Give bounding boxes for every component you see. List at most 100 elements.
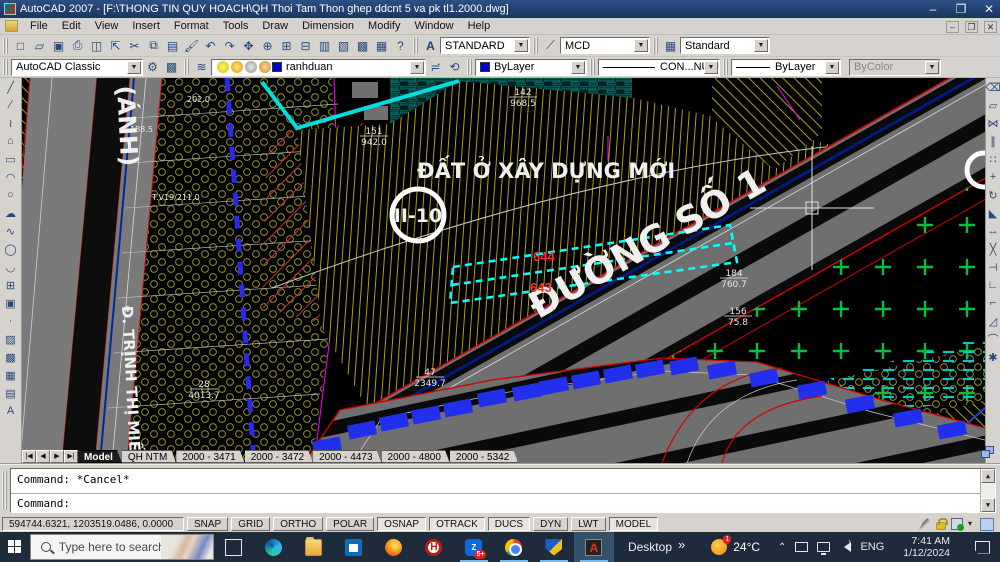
menu-insert[interactable]: Insert [125, 19, 167, 33]
mirror-icon[interactable]: ⋈ [986, 114, 1000, 132]
ellipse-icon[interactable]: ◯ [0, 240, 21, 258]
plot-preview-icon[interactable]: ◫ [87, 37, 106, 55]
menu-format[interactable]: Format [167, 19, 216, 33]
ellipse-arc-icon[interactable]: ◡ [0, 258, 21, 276]
layer-properties-icon[interactable]: ≋ [192, 58, 211, 76]
toolbar-grip[interactable] [3, 59, 8, 75]
layer-previous-icon[interactable]: ⟲ [445, 58, 464, 76]
save-icon[interactable]: ▣ [49, 37, 68, 55]
zoom-previous-icon[interactable]: ⊟ [296, 37, 315, 55]
language-indicator[interactable]: ENG [860, 541, 884, 553]
arc-icon[interactable]: ◠ [0, 168, 21, 186]
more-apps-chevron[interactable]: » [678, 537, 685, 552]
publish-icon[interactable]: ⇱ [106, 37, 125, 55]
prev-tab-icon[interactable]: ◀ [36, 450, 50, 463]
construction-line-icon[interactable]: ∕ [0, 96, 21, 114]
taskbar-h-app-icon[interactable]: H [414, 532, 454, 562]
menu-view[interactable]: View [88, 19, 126, 33]
hatch-icon[interactable]: ▨ [0, 330, 21, 348]
trim-icon[interactable]: ╳ [986, 240, 1000, 258]
copy-object-icon[interactable]: ▱ [986, 96, 1000, 114]
taskbar-zalo-icon[interactable]: Z5+ [454, 532, 494, 562]
make-block-icon[interactable]: ▣ [0, 294, 21, 312]
dim-style-combo[interactable]: MCD ▼ [560, 37, 650, 54]
multiline-text-icon[interactable]: A [0, 402, 21, 420]
weather-widget[interactable]: 1 24°C [711, 539, 760, 555]
close-icon[interactable]: ✕ [982, 2, 996, 16]
linetype-combo[interactable]: CON...NUOUS ▼ [598, 59, 720, 76]
layer-on-icon[interactable] [217, 61, 229, 73]
spline-icon[interactable]: ∿ [0, 222, 21, 240]
stretch-icon[interactable]: ↔ [986, 222, 1000, 240]
paste-icon[interactable]: ▤ [163, 37, 182, 55]
tab-2000-4473[interactable]: 2000 - 4473 [313, 450, 381, 463]
menu-draw[interactable]: Draw [255, 19, 295, 33]
search-box[interactable]: Type here to search [30, 534, 214, 560]
chevron-down-icon[interactable]: ▼ [704, 61, 718, 74]
chamfer-icon[interactable]: ◿ [986, 312, 1000, 330]
layer-plot-icon[interactable] [259, 61, 271, 73]
command-text-area[interactable]: Command: *Cancel* Command: ▲ ▼ [10, 468, 996, 513]
polygon-icon[interactable]: ⌂ [0, 132, 21, 150]
explode-icon[interactable]: ✱ [986, 348, 1000, 366]
toggle-ortho[interactable]: ORTHO [273, 517, 323, 531]
menu-tools[interactable]: Tools [216, 19, 256, 33]
tablet-mode-icon[interactable] [795, 542, 808, 552]
markup-set-manager-icon[interactable]: ▧ [334, 37, 353, 55]
revision-cloud-icon[interactable]: ☁ [0, 204, 21, 222]
doc-restore-icon[interactable]: ❐ [965, 21, 978, 33]
offset-icon[interactable]: ∥ [986, 132, 1000, 150]
polyline-icon[interactable]: ≀ [0, 114, 21, 132]
network-icon[interactable] [817, 542, 830, 552]
title-bar[interactable]: AutoCAD 2007 - [F:\THONG TIN QUY HOACH\Q… [0, 0, 1000, 18]
toolbar-grip[interactable] [467, 59, 472, 75]
table-style-combo[interactable]: Standard ▼ [680, 37, 770, 54]
toolbar-grip[interactable] [590, 59, 595, 75]
toolbar-grip[interactable] [3, 38, 8, 54]
chevron-down-icon[interactable]: ▼ [825, 61, 839, 74]
model-canvas[interactable]: ĐẤT Ở XÂY DỰNG MỚI II-10 ĐƯỜNG SỐ 1 644 … [22, 78, 985, 463]
zoom-realtime-icon[interactable]: ⊕ [258, 37, 277, 55]
circle-icon[interactable]: ○ [0, 186, 21, 204]
first-tab-icon[interactable]: |◀ [22, 450, 36, 463]
dim-style-icon[interactable]: ⟋ [541, 37, 560, 55]
scale-icon[interactable]: ◣ [986, 204, 1000, 222]
next-tab-icon[interactable]: ▶ [50, 450, 64, 463]
menu-edit[interactable]: Edit [55, 19, 88, 33]
status-menu-chevron-icon[interactable]: ▾ [968, 518, 972, 530]
unlock-icon[interactable] [936, 522, 946, 530]
tab-2000-3471[interactable]: 2000 - 3471 [176, 450, 244, 463]
tab-qh-ntm[interactable]: QH NTM [122, 450, 176, 463]
table-style-icon[interactable]: ▦ [661, 37, 680, 55]
array-icon[interactable]: ∷ [986, 150, 1000, 168]
point-icon[interactable]: ∙ [0, 312, 21, 330]
toggle-ducs[interactable]: DUCS [488, 517, 530, 531]
taskbar-edge-icon[interactable] [254, 532, 294, 562]
plot-icon[interactable]: ⎙ [68, 37, 87, 55]
break-point-icon[interactable]: ∟ [986, 276, 1000, 294]
region-icon[interactable]: ▦ [0, 366, 21, 384]
action-center-icon[interactable] [975, 541, 990, 554]
menu-file[interactable]: File [23, 19, 55, 33]
restore-icon[interactable]: ❐ [954, 2, 968, 16]
help-icon[interactable]: ? [391, 37, 410, 55]
erase-icon[interactable]: ⌫ [986, 78, 1000, 96]
block-editor-icon[interactable]: ▩ [353, 37, 372, 55]
chevron-down-icon[interactable]: ▼ [514, 39, 528, 52]
extend-icon[interactable]: ⊣ [986, 258, 1000, 276]
rectangle-icon[interactable]: ▭ [0, 150, 21, 168]
layer-combo[interactable]: ranhduan ▼ [211, 59, 426, 76]
command-grip[interactable] [2, 471, 7, 510]
open-file-icon[interactable]: ▱ [30, 37, 49, 55]
minimize-icon[interactable]: – [926, 2, 940, 16]
gradient-icon[interactable]: ▩ [0, 348, 21, 366]
move-icon[interactable]: + [986, 168, 1000, 186]
layer-freeze-icon[interactable] [231, 61, 243, 73]
doc-minimize-icon[interactable]: – [946, 21, 959, 33]
line-icon[interactable]: ╱ [0, 78, 21, 96]
start-button[interactable] [0, 532, 30, 562]
last-tab-icon[interactable]: ▶| [64, 450, 78, 463]
restore-down-icon[interactable] [981, 446, 996, 459]
cut-icon[interactable]: ✂ [125, 37, 144, 55]
color-combo[interactable]: ByLayer ▼ [475, 59, 587, 76]
